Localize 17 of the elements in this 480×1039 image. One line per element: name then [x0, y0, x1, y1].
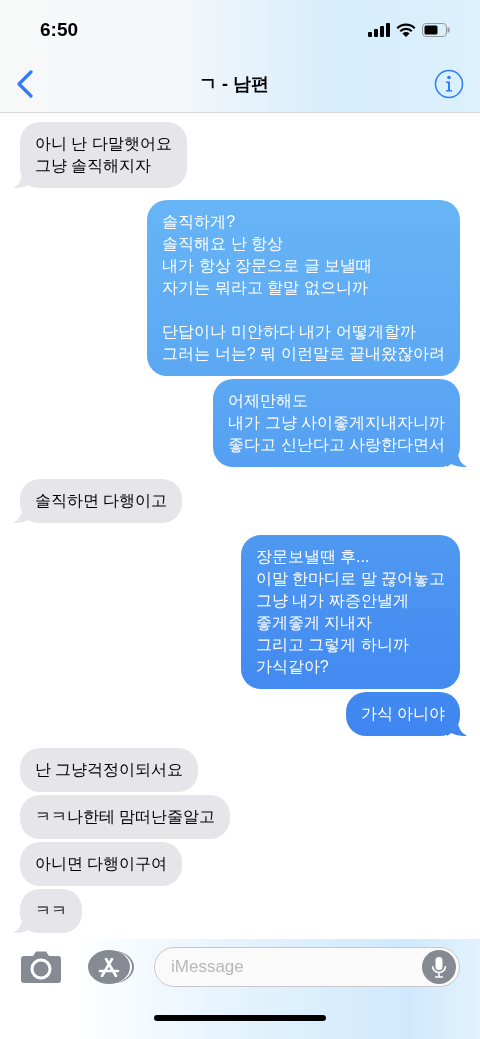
- received-message-bubble: 아니면 다행이구여: [20, 842, 183, 886]
- signal-icon: [368, 22, 390, 37]
- message-field[interactable]: iMessage: [154, 947, 460, 987]
- camera-icon[interactable]: [20, 951, 62, 983]
- contact-title: ㄱ - 남편: [199, 72, 269, 96]
- back-chevron-icon[interactable]: [16, 69, 34, 98]
- microphone-icon[interactable]: [422, 950, 456, 984]
- info-icon[interactable]: [434, 68, 464, 99]
- app-store-button[interactable]: [88, 950, 130, 984]
- received-message-bubble: ㅋㅋ나한테 맘떠난줄알고: [20, 795, 231, 839]
- status-time: 6:50: [40, 18, 79, 41]
- app-store-icon: [98, 957, 120, 977]
- wifi-icon: [396, 22, 416, 37]
- battery-icon: [422, 22, 450, 37]
- received-message-bubble: 난 그냥걱정이되서요: [20, 748, 199, 792]
- sent-message-bubble: 솔직하게? 솔직해요 난 항상 내가 항상 장문으로 글 보낼때 자기는 뭐라고 할말 없으니까 단답이나 미안하다 내가 어떻게할까 그러는 너는? 뭐 이런말로 끝내왔잖아려: [147, 200, 460, 376]
- sent-message-bubble: 장문보낼땐 후... 이말 한마디로 말 끊어놓고 그냥 내가 짜증안낼게 좋게좋게 지내자 그리고 그렇게 하니까 가식같아?: [240, 535, 460, 689]
